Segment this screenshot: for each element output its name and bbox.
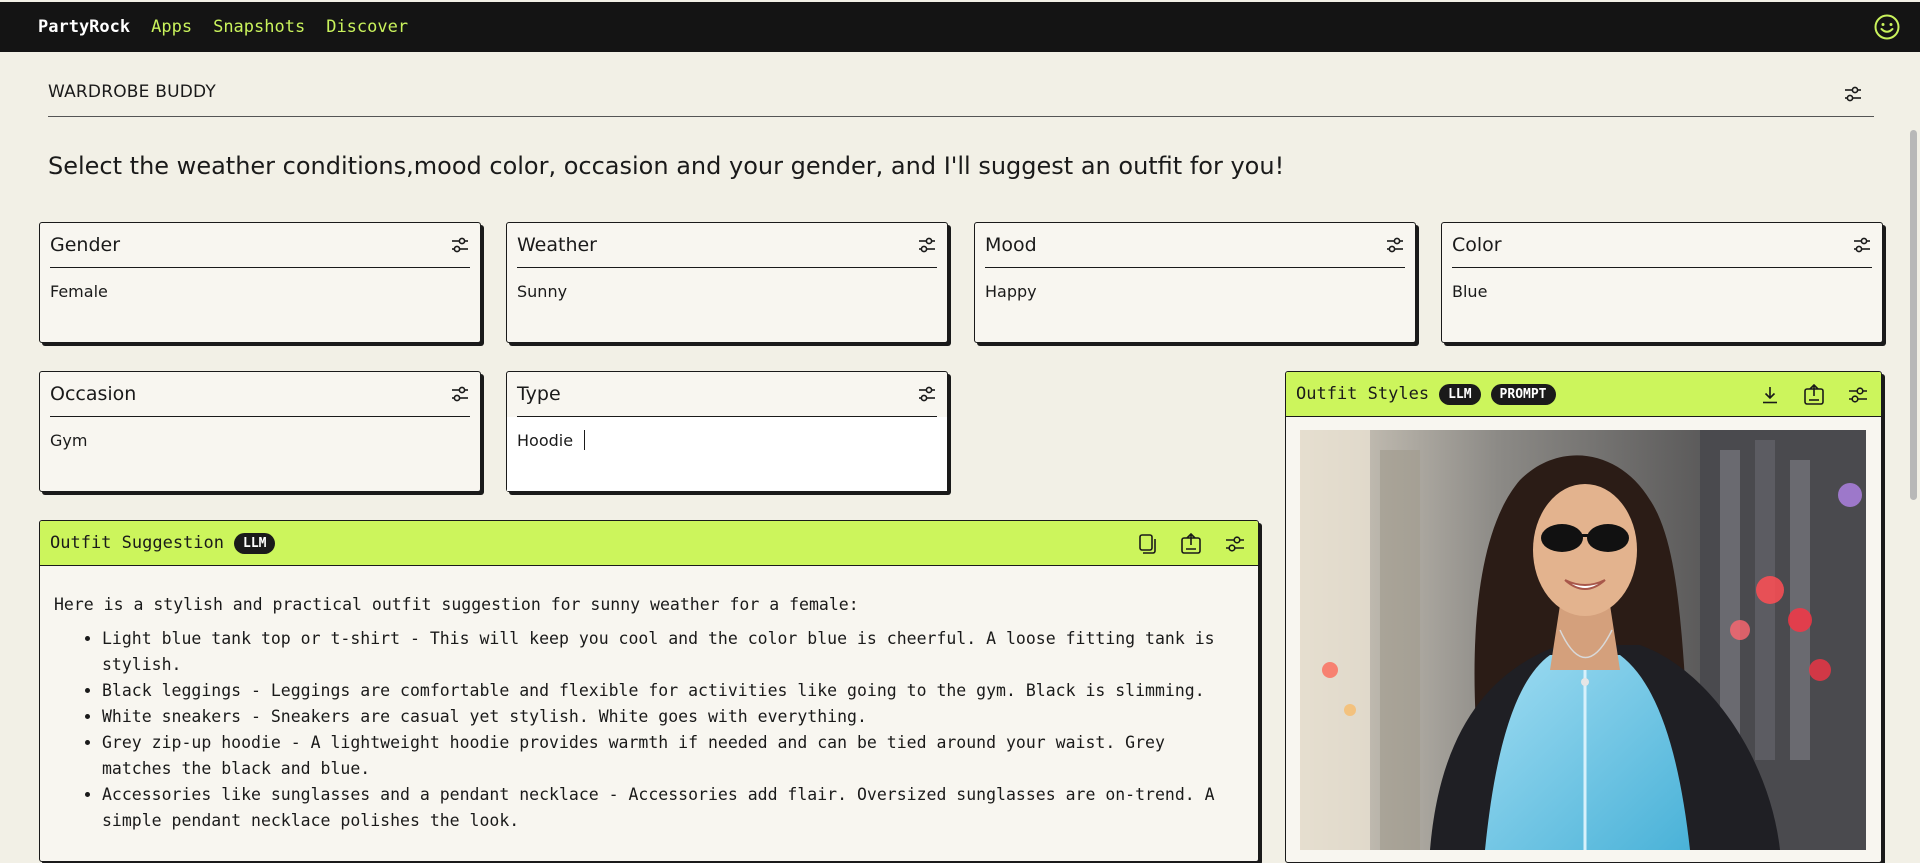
- input-value[interactable]: Gym: [40, 417, 480, 450]
- widget-header: Outfit Suggestion LLM: [40, 521, 1258, 566]
- input-card-mood[interactable]: Mood Happy: [974, 222, 1416, 343]
- nav-link-apps[interactable]: Apps: [151, 17, 192, 37]
- input-value[interactable]: Hoodie: [507, 417, 583, 450]
- settings-sliders-icon[interactable]: [1385, 235, 1405, 255]
- input-card-occasion[interactable]: Occasion Gym: [39, 371, 481, 492]
- outfit-styles-widget: Outfit Styles LLM PROMPT: [1285, 371, 1882, 863]
- input-value[interactable]: Blue: [1442, 268, 1882, 301]
- input-value[interactable]: Female: [40, 268, 480, 301]
- outfit-photo: [1300, 430, 1866, 850]
- type-input-field[interactable]: Hoodie: [507, 417, 947, 491]
- app-description: Select the weather conditions,mood color…: [48, 152, 1285, 180]
- suggestion-list: Light blue tank top or t-shirt - This wi…: [54, 626, 1244, 834]
- suggestion-output: Here is a stylish and practical outfit s…: [40, 566, 1258, 834]
- suggestion-intro: Here is a stylish and practical outfit s…: [54, 595, 859, 614]
- input-label: Weather: [517, 234, 597, 256]
- input-value[interactable]: Sunny: [507, 268, 947, 301]
- input-label: Type: [517, 383, 561, 405]
- list-item: Grey zip-up hoodie - A lightweight hoodi…: [102, 730, 1244, 782]
- settings-sliders-icon[interactable]: [1224, 533, 1246, 555]
- download-icon[interactable]: [1759, 384, 1781, 406]
- llm-badge: LLM: [1439, 383, 1481, 405]
- widget-title: Outfit Styles: [1296, 384, 1430, 404]
- input-card-color[interactable]: Color Blue: [1441, 222, 1883, 343]
- widget-header: Outfit Styles LLM PROMPT: [1286, 372, 1881, 417]
- settings-sliders-icon[interactable]: [1847, 384, 1869, 406]
- input-value[interactable]: Happy: [975, 268, 1415, 301]
- settings-sliders-icon[interactable]: [1852, 235, 1872, 255]
- page-scrollbar-thumb[interactable]: [1910, 130, 1917, 500]
- list-item: White sneakers - Sneakers are casual yet…: [102, 704, 1244, 730]
- widget-title: Outfit Suggestion: [50, 533, 224, 553]
- nav-link-discover[interactable]: Discover: [326, 17, 408, 37]
- text-cursor: [584, 430, 586, 450]
- list-item: Light blue tank top or t-shirt - This wi…: [102, 626, 1244, 678]
- input-label: Color: [1452, 234, 1502, 256]
- copy-icon[interactable]: [1136, 533, 1158, 555]
- settings-sliders-icon[interactable]: [917, 235, 937, 255]
- brand-logo[interactable]: PartyRock: [38, 17, 130, 37]
- input-label: Gender: [50, 234, 121, 256]
- app-settings-icon[interactable]: [1843, 84, 1863, 104]
- input-card-weather[interactable]: Weather Sunny: [506, 222, 948, 343]
- user-avatar-smiley-icon[interactable]: [1874, 14, 1900, 40]
- settings-sliders-icon[interactable]: [450, 384, 470, 404]
- input-card-type[interactable]: Type Hoodie: [506, 371, 948, 492]
- list-item: Accessories like sunglasses and a pendan…: [102, 782, 1244, 834]
- top-nav: PartyRock Apps Snapshots Discover: [0, 2, 1920, 52]
- llm-badge: LLM: [234, 532, 276, 554]
- input-card-gender[interactable]: Gender Female: [39, 222, 481, 343]
- settings-sliders-icon[interactable]: [917, 384, 937, 404]
- settings-sliders-icon[interactable]: [450, 235, 470, 255]
- export-icon[interactable]: [1180, 533, 1202, 555]
- input-label: Mood: [985, 234, 1037, 256]
- title-divider: [48, 116, 1874, 117]
- export-icon[interactable]: [1803, 384, 1825, 406]
- nav-link-snapshots[interactable]: Snapshots: [213, 17, 305, 37]
- input-label: Occasion: [50, 383, 137, 405]
- prompt-badge: PROMPT: [1490, 383, 1556, 405]
- outfit-suggestion-widget: Outfit Suggestion LLM Here is a stylish …: [39, 520, 1259, 862]
- list-item: Black leggings - Leggings are comfortabl…: [102, 678, 1244, 704]
- app-title: WARDROBE BUDDY: [48, 82, 216, 102]
- generated-outfit-image: [1300, 430, 1866, 850]
